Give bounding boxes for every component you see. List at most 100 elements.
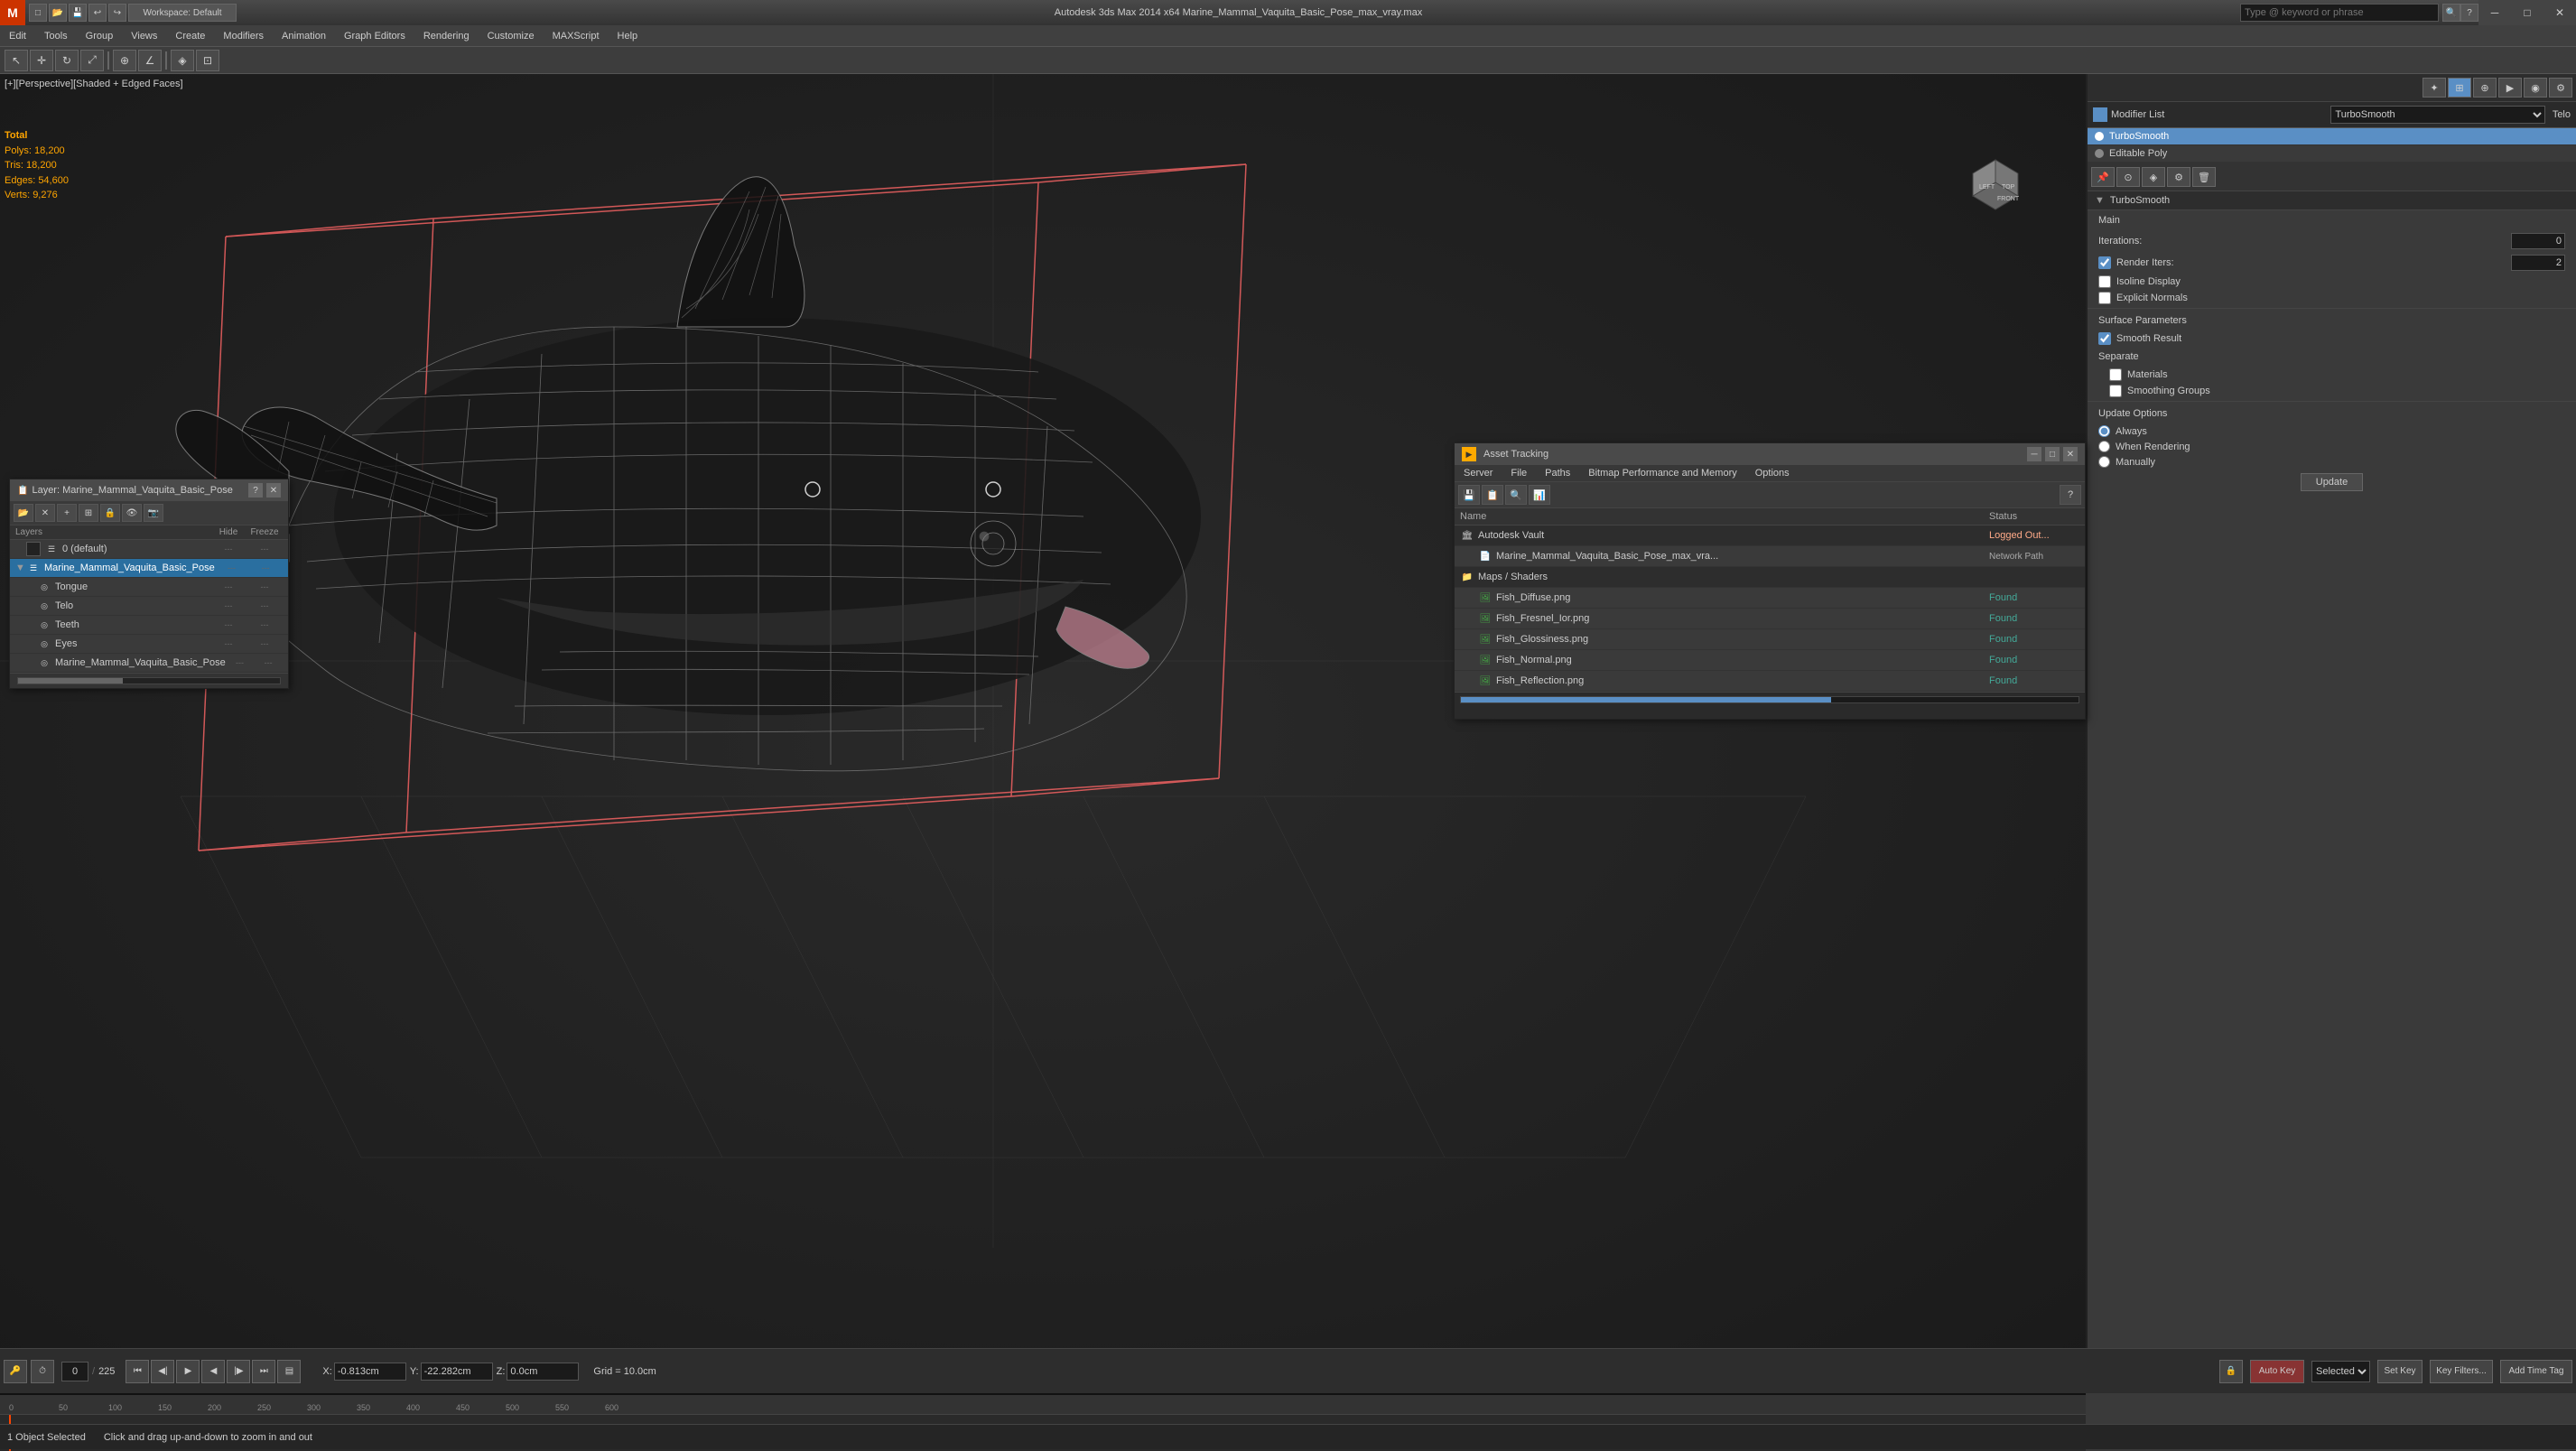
asset-tool-1[interactable]: 💾: [1458, 485, 1480, 505]
layer-row-tongue[interactable]: ◎ Tongue --- ---: [10, 578, 288, 597]
play-back-btn[interactable]: ◀: [201, 1360, 225, 1383]
layer-checkbox-default[interactable]: [26, 542, 41, 556]
configure-btn[interactable]: ⚙: [2167, 167, 2190, 187]
x-input[interactable]: [334, 1363, 406, 1381]
keyword-search-input[interactable]: [2240, 4, 2439, 22]
menu-maxscript[interactable]: MAXScript: [544, 25, 609, 46]
menu-create[interactable]: Create: [166, 25, 214, 46]
key-filters-btn[interactable]: Key Filters...: [2430, 1360, 2493, 1383]
always-radio[interactable]: [2098, 425, 2110, 437]
move-tool[interactable]: ✛: [30, 50, 53, 71]
layers-scrollbar-thumb[interactable]: [18, 678, 123, 684]
modifier-dropdown[interactable]: TurboSmooth: [2330, 106, 2544, 124]
search-btn[interactable]: 🔍: [2442, 4, 2460, 22]
key-mode-btn[interactable]: 🔑: [4, 1360, 27, 1383]
menu-tools[interactable]: Tools: [35, 25, 77, 46]
hierarchy-panel-btn[interactable]: ⊕: [2473, 78, 2497, 98]
asset-menu-server[interactable]: Server: [1455, 465, 1502, 481]
menu-edit[interactable]: Edit: [0, 25, 35, 46]
play-btn[interactable]: ▶: [176, 1360, 200, 1383]
view-cube[interactable]: LEFT FRONT TOP: [1959, 146, 2032, 219]
layer-row-marine[interactable]: ▼ ☰ Marine_Mammal_Vaquita_Basic_Pose ---…: [10, 559, 288, 578]
material-editor[interactable]: ◈: [171, 50, 194, 71]
save-btn[interactable]: 💾: [69, 4, 87, 22]
modify-panel-btn[interactable]: ⊞: [2448, 78, 2471, 98]
render-btn[interactable]: ⊡: [196, 50, 219, 71]
layer-row-telo[interactable]: ◎ Telo --- ---: [10, 597, 288, 616]
update-button[interactable]: Update: [2301, 473, 2363, 491]
render-iters-checkbox[interactable]: [2098, 256, 2111, 269]
menu-graph-editors[interactable]: Graph Editors: [335, 25, 414, 46]
prev-key-btn[interactable]: ◀|: [151, 1360, 174, 1383]
asset-close-btn[interactable]: ✕: [2063, 447, 2078, 461]
utilities-panel-btn[interactable]: ⚙: [2549, 78, 2572, 98]
restore-btn[interactable]: □: [2511, 0, 2543, 25]
modifier-editable-poly[interactable]: Editable Poly: [2088, 145, 2576, 163]
z-input[interactable]: [507, 1363, 579, 1381]
y-input[interactable]: [421, 1363, 493, 1381]
asset-tool-2[interactable]: 📋: [1482, 485, 1503, 505]
close-btn[interactable]: ✕: [2543, 0, 2576, 25]
menu-rendering[interactable]: Rendering: [414, 25, 479, 46]
auto-key-btn[interactable]: Auto Key: [2250, 1360, 2304, 1383]
asset-row-diffuse[interactable]: 🖼 Fish_Diffuse.png Found: [1455, 588, 2085, 609]
make-unique-btn[interactable]: ◈: [2142, 167, 2165, 187]
pin-stack-btn[interactable]: 📌: [2091, 167, 2115, 187]
next-key-btn[interactable]: |▶: [227, 1360, 250, 1383]
explicit-normals-checkbox[interactable]: [2098, 292, 2111, 304]
asset-row-maps[interactable]: 📁 Maps / Shaders: [1455, 567, 2085, 588]
new-btn[interactable]: □: [29, 4, 47, 22]
asset-row-marine-file[interactable]: 📄 Marine_Mammal_Vaquita_Basic_Pose_max_v…: [1455, 546, 2085, 567]
layers-close-btn[interactable]: ✕: [266, 483, 281, 498]
layers-tool-2[interactable]: ✕: [35, 504, 55, 522]
layer-row-default[interactable]: ☰ 0 (default) --- ---: [10, 540, 288, 559]
first-frame-btn[interactable]: ⏮: [126, 1360, 149, 1383]
frame-mode-btn[interactable]: ▤: [277, 1360, 301, 1383]
asset-minimize-btn[interactable]: ─: [2027, 447, 2041, 461]
create-panel-btn[interactable]: ✦: [2423, 78, 2446, 98]
asset-row-vault[interactable]: 🏛 Autodesk Vault Logged Out...: [1455, 526, 2085, 546]
current-frame-input[interactable]: [61, 1362, 88, 1381]
workspace-btn[interactable]: Workspace: Default: [128, 4, 237, 22]
asset-menu-bitmap[interactable]: Bitmap Performance and Memory: [1579, 465, 1745, 481]
asset-tool-4[interactable]: 📊: [1529, 485, 1550, 505]
layer-row-marine2[interactable]: ◎ Marine_Mammal_Vaquita_Basic_Pose --- -…: [10, 654, 288, 673]
motion-panel-btn[interactable]: ▶: [2498, 78, 2522, 98]
asset-restore-btn[interactable]: □: [2045, 447, 2060, 461]
smoothing-groups-checkbox[interactable]: [2109, 385, 2122, 397]
display-panel-btn[interactable]: ◉: [2524, 78, 2547, 98]
undo-btn[interactable]: ↩: [88, 4, 107, 22]
selected-dropdown[interactable]: Selected: [2311, 1361, 2370, 1382]
open-btn[interactable]: 📂: [49, 4, 67, 22]
asset-menu-options[interactable]: Options: [1746, 465, 1799, 481]
manually-radio[interactable]: [2098, 456, 2110, 468]
time-config-btn[interactable]: ⏱: [31, 1360, 54, 1383]
scale-tool[interactable]: ⤢: [80, 50, 104, 71]
asset-tool-3[interactable]: 🔍: [1505, 485, 1527, 505]
snap-tool[interactable]: ⊕: [113, 50, 136, 71]
render-iters-input[interactable]: [2511, 255, 2565, 271]
asset-menu-file[interactable]: File: [1502, 465, 1536, 481]
select-tool[interactable]: ↖: [5, 50, 28, 71]
when-rendering-radio[interactable]: [2098, 441, 2110, 452]
minimize-btn[interactable]: ─: [2478, 0, 2511, 25]
angle-snap-tool[interactable]: ∠: [138, 50, 162, 71]
redo-btn[interactable]: ↪: [108, 4, 126, 22]
menu-group[interactable]: Group: [77, 25, 123, 46]
asset-menu-paths[interactable]: Paths: [1536, 465, 1579, 481]
show-result-btn[interactable]: ⊙: [2116, 167, 2140, 187]
menu-customize[interactable]: Customize: [479, 25, 544, 46]
layer-row-eyes[interactable]: ◎ Eyes --- ---: [10, 635, 288, 654]
asset-help-btn[interactable]: ?: [2060, 485, 2081, 505]
layers-scrollbar[interactable]: [17, 677, 281, 684]
last-frame-btn[interactable]: ⏭: [252, 1360, 275, 1383]
layers-tool-3[interactable]: +: [57, 504, 77, 522]
menu-animation[interactable]: Animation: [273, 25, 335, 46]
rotate-tool[interactable]: ↻: [55, 50, 79, 71]
layers-tool-7[interactable]: 📷: [144, 504, 163, 522]
asset-row-fresnel[interactable]: 🖼 Fish_Fresnel_Ior.png Found: [1455, 609, 2085, 629]
layers-tool-4[interactable]: ⊞: [79, 504, 98, 522]
layers-tool-5[interactable]: 🔒: [100, 504, 120, 522]
asset-row-reflection[interactable]: 🖼 Fish_Reflection.png Found: [1455, 671, 2085, 692]
layer-row-teeth[interactable]: ◎ Teeth --- ---: [10, 616, 288, 635]
